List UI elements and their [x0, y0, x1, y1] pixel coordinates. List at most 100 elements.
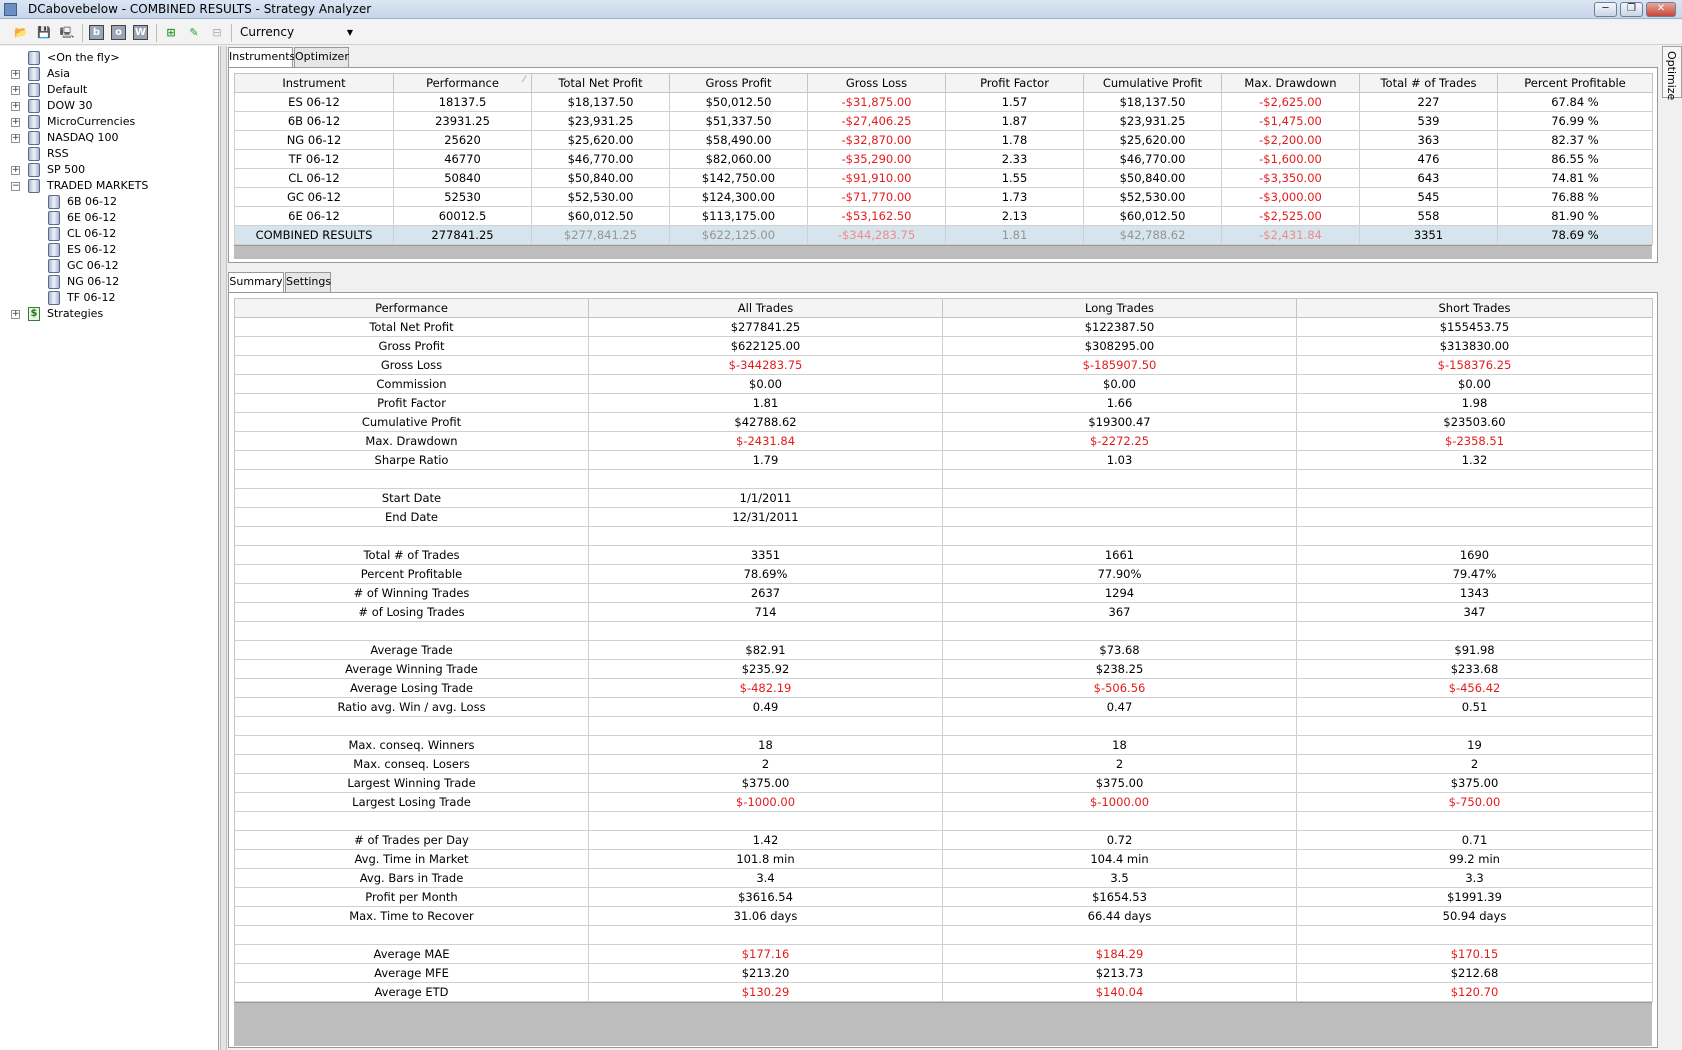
remove-icon[interactable]: ⊟: [208, 24, 226, 42]
edit-icon[interactable]: ✎: [185, 24, 203, 42]
column-header[interactable]: Percent Profitable: [1497, 73, 1653, 93]
tree-item[interactable]: NG 06-12: [0, 274, 218, 290]
tab-instruments[interactable]: Instruments: [228, 47, 295, 68]
table-row[interactable]: 6B 06-12 23931.25 $23,931.25 $51,337.50 -$27…: [234, 111, 1653, 131]
expand-icon[interactable]: +: [11, 118, 20, 127]
column-header[interactable]: Short Trades: [1296, 298, 1653, 318]
expand-icon[interactable]: +: [11, 86, 20, 95]
table-row[interactable]: NG 06-12 25620 $25,620.00 $58,490.00 -$32,87…: [234, 130, 1653, 150]
combined-results-row[interactable]: COMBINED RESULTS 277841.25 $277,841.25 $622…: [234, 225, 1653, 245]
tab-optimize-label: Optimize: [1665, 51, 1678, 101]
minimize-button[interactable]: ─: [1594, 2, 1617, 17]
tree-item[interactable]: CL 06-12: [0, 226, 218, 242]
tree-item[interactable]: 6E 06-12: [0, 210, 218, 226]
table-cell: 52530: [393, 187, 532, 207]
column-header[interactable]: All Trades: [588, 298, 943, 318]
table-row: Avg. Time in Market 101.8 min 104.4 min 99.…: [234, 849, 1653, 869]
table-row[interactable]: CL 06-12 50840 $50,840.00 $142,750.00 -$91,9…: [234, 168, 1653, 188]
table-cell: $52,530.00: [531, 187, 670, 207]
column-header[interactable]: Total Net Profit: [531, 73, 670, 93]
expand-icon[interactable]: +: [11, 310, 20, 319]
table-row: Gross Loss $-344283.75 $-185907.50 $-158376…: [234, 355, 1653, 375]
save-icon[interactable]: 💾: [35, 24, 53, 42]
database-icon: [48, 243, 60, 257]
table-cell: $155453.75: [1296, 317, 1653, 337]
collapse-icon[interactable]: −: [11, 182, 20, 191]
table-row: [234, 925, 1653, 945]
add-icon[interactable]: ⊞: [162, 24, 180, 42]
table-cell: $52,530.00: [1083, 187, 1222, 207]
expand-icon[interactable]: +: [11, 134, 20, 143]
tab-optimize[interactable]: Optimize: [1662, 46, 1682, 101]
table-cell: 3351: [1359, 225, 1498, 245]
table-cell: $124,300.00: [669, 187, 808, 207]
table-row[interactable]: TF 06-12 46770 $46,770.00 $82,060.00 -$35,29…: [234, 149, 1653, 169]
tree-item[interactable]: + Asia: [0, 66, 218, 82]
table-cell: 347: [1296, 602, 1653, 622]
table-cell: 367: [942, 602, 1297, 622]
tree-item[interactable]: + MicroCurrencies: [0, 114, 218, 130]
tree-item[interactable]: <On the fly>: [0, 50, 218, 66]
column-header[interactable]: Cumulative Profit: [1083, 73, 1222, 93]
column-header[interactable]: Performance: [234, 298, 589, 318]
sort-icon: ⁄: [523, 75, 525, 85]
table-cell: 78.69%: [588, 564, 943, 584]
table-cell: -$27,406.25: [807, 111, 946, 131]
tree-item-label: ES 06-12: [67, 243, 117, 256]
tree-item[interactable]: + $ Strategies: [0, 306, 218, 322]
open-folder-icon[interactable]: 📂: [12, 24, 30, 42]
expand-icon[interactable]: +: [11, 102, 20, 111]
table-cell: 81.90 %: [1497, 206, 1653, 226]
column-header[interactable]: Total # of Trades: [1359, 73, 1498, 93]
table-cell: Start Date: [234, 488, 589, 508]
table-row[interactable]: GC 06-12 52530 $52,530.00 $124,300.00 -$71,7…: [234, 187, 1653, 207]
tree-item-label: Asia: [47, 67, 71, 80]
tree-item-label: GC 06-12: [67, 259, 119, 272]
tree-item[interactable]: 6B 06-12: [0, 194, 218, 210]
tree-item[interactable]: − TRADED MARKETS: [0, 178, 218, 194]
column-header[interactable]: Instrument: [234, 73, 394, 93]
maximize-button[interactable]: ❐: [1620, 2, 1643, 17]
tree-item[interactable]: ES 06-12: [0, 242, 218, 258]
splitter[interactable]: [220, 46, 227, 1050]
tab-settings[interactable]: Settings: [285, 272, 331, 292]
expand-icon[interactable]: +: [11, 70, 20, 79]
table-row[interactable]: ES 06-12 18137.5 $18,137.50 $50,012.50 -$31,…: [234, 92, 1653, 112]
column-header[interactable]: Gross Profit: [669, 73, 808, 93]
tab-optimizer[interactable]: Optimizer: [294, 47, 349, 67]
expand-icon[interactable]: +: [11, 166, 20, 175]
table-cell: $25,620.00: [531, 130, 670, 150]
table-cell: 2: [1296, 754, 1653, 774]
column-header[interactable]: Performance ⁄: [393, 73, 532, 93]
w-icon[interactable]: W: [133, 25, 148, 40]
column-header[interactable]: Profit Factor: [945, 73, 1084, 93]
table-row[interactable]: 6E 06-12 60012.5 $60,012.50 $113,175.00 -$53…: [234, 206, 1653, 226]
table-cell: $60,012.50: [1083, 206, 1222, 226]
monitor-icon[interactable]: 🖳: [58, 24, 76, 42]
tree-item[interactable]: TF 06-12: [0, 290, 218, 306]
table-cell: $308295.00: [942, 336, 1297, 356]
table-cell: -$71,770.00: [807, 187, 946, 207]
table-cell: [588, 811, 943, 831]
table-cell: 1.42: [588, 830, 943, 850]
table-cell: $46,770.00: [531, 149, 670, 169]
column-header[interactable]: Max. Drawdown: [1221, 73, 1360, 93]
tree-item[interactable]: GC 06-12: [0, 258, 218, 274]
o-icon[interactable]: o: [111, 25, 126, 40]
table-cell: 76.88 %: [1497, 187, 1653, 207]
table-cell: $622125.00: [588, 336, 943, 356]
tree-item[interactable]: + DOW 30: [0, 98, 218, 114]
tree-item[interactable]: + Default: [0, 82, 218, 98]
tab-summary[interactable]: Summary: [228, 272, 284, 293]
currency-dropdown[interactable]: Currency ▼: [235, 24, 357, 42]
tree-item[interactable]: + NASDAQ 100: [0, 130, 218, 146]
table-cell: $-2358.51: [1296, 431, 1653, 451]
table-cell: [234, 526, 589, 546]
b-icon[interactable]: b: [89, 25, 104, 40]
close-button[interactable]: ✕: [1646, 2, 1676, 17]
tree-item[interactable]: RSS: [0, 146, 218, 162]
tree-item-label: DOW 30: [47, 99, 93, 112]
column-header[interactable]: Long Trades: [942, 298, 1297, 318]
tree-item[interactable]: + SP 500: [0, 162, 218, 178]
column-header[interactable]: Gross Loss: [807, 73, 946, 93]
